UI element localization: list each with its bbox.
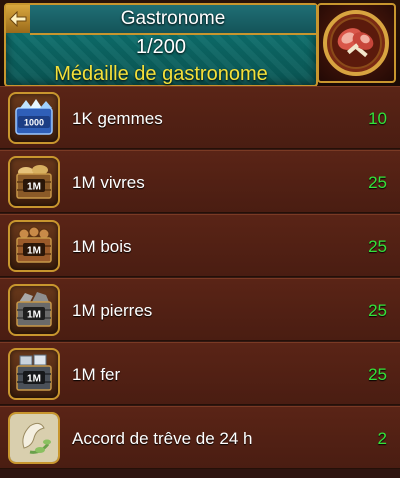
reward-label: 1M bois [72,237,132,256]
title-bar: Gastronome [30,5,316,35]
reward-label: Accord de trêve de 24 h [72,429,253,448]
back-arrow-icon [9,11,27,27]
svg-text:1M: 1M [27,374,41,385]
reward-row[interactable]: 1000 1K gemmes 10 [0,86,400,149]
medal-badge [317,3,396,83]
food-crate-icon: 1M [8,156,60,208]
reward-row[interactable]: 1M 1M pierres 25 [0,278,400,341]
truce-scroll-icon [8,412,60,464]
medal-name: Médaille de gastronome [54,63,268,85]
reward-label: 1K gemmes [72,109,163,128]
reward-count: 2 [377,429,387,448]
reward-row[interactable]: Accord de trêve de 24 h 2 [0,406,400,469]
iron-crate-icon: 1M [8,348,60,400]
svg-text:1M: 1M [27,310,41,321]
reward-count: 25 [368,237,387,256]
reward-row[interactable]: 1M 1M vivres 25 [0,150,400,213]
reward-count: 10 [368,109,387,128]
svg-text:1M: 1M [27,246,41,257]
gems-chest-icon: 1000 [8,92,60,144]
gastronome-medal-icon [323,10,389,76]
page-title: Gastronome [120,8,226,29]
reward-list: 1000 1K gemmes 10 1M 1M vivres 25 1M 1M … [0,86,400,478]
progress-counter: 1/200 [135,36,187,58]
reward-row[interactable]: 1M 1M bois 25 [0,214,400,277]
reward-count: 25 [368,173,387,192]
reward-label: 1M fer [72,365,121,384]
stone-crate-icon: 1M [8,284,60,336]
reward-label: 1M pierres [72,301,153,320]
svg-text:1M: 1M [27,182,41,193]
reward-row[interactable]: 1M 1M fer 25 [0,342,400,405]
wood-crate-icon: 1M [8,220,60,272]
gems-amount-text: 1000 [24,118,44,128]
reward-count: 25 [368,301,387,320]
back-button[interactable] [6,5,31,33]
reward-label: 1M vivres [72,173,145,192]
header-panel: Gastronome 1/200 Médaille de gastronome [4,3,318,87]
reward-count: 25 [368,365,387,384]
header: Gastronome 1/200 Médaille de gastronome [0,0,400,88]
